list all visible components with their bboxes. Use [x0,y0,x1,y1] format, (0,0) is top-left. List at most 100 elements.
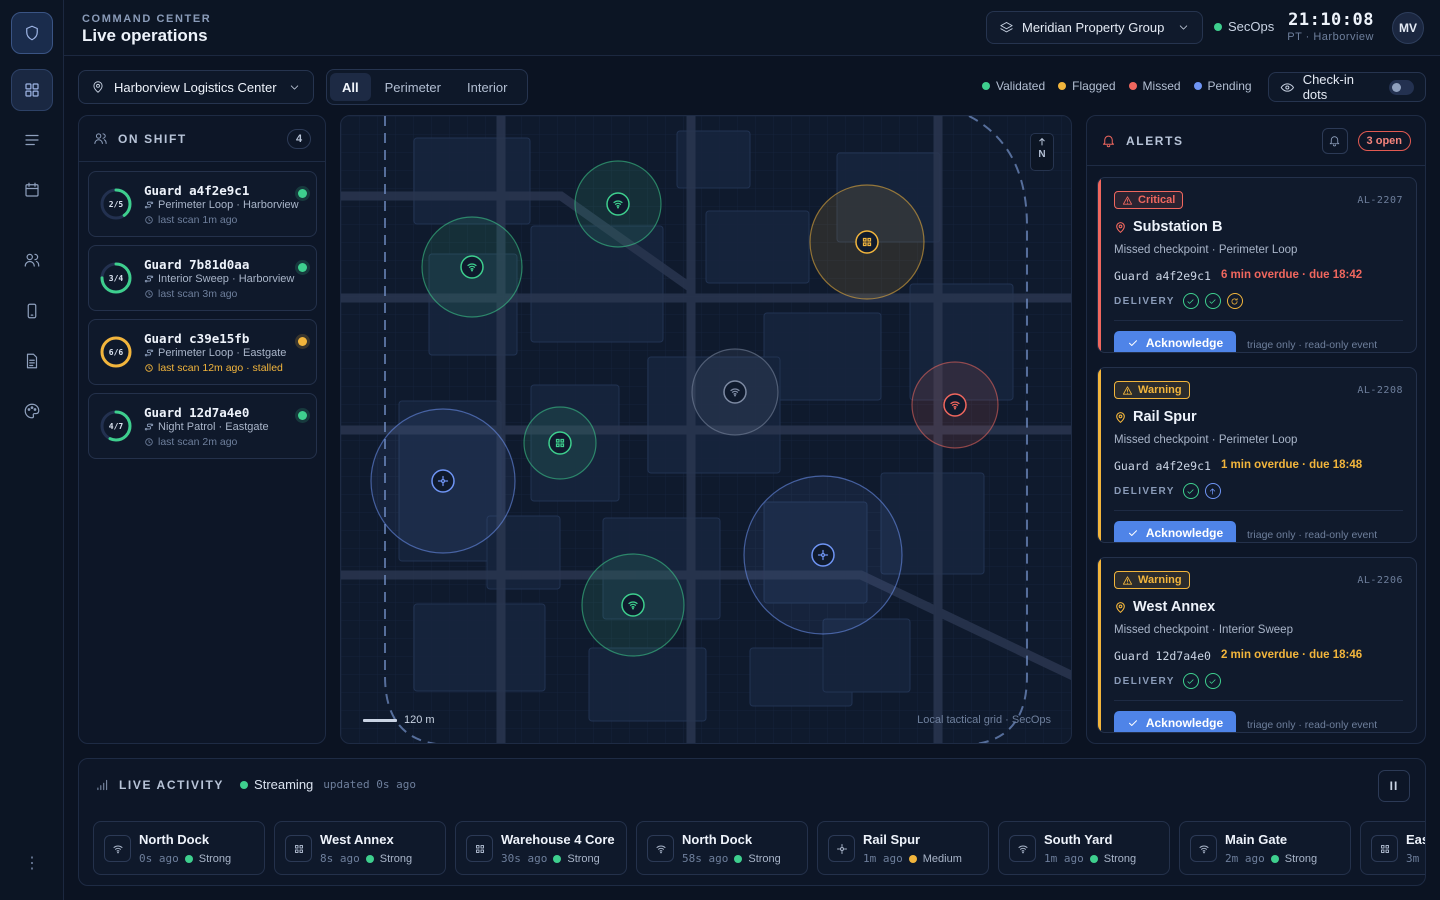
status-legend: Validated Flagged Missed Pending [982,79,1252,93]
guard-progress-ring: 2/5 [99,187,133,221]
signal-strength: Strong [567,852,600,865]
tab-interior[interactable]: Interior [455,73,519,101]
signal-strength: Medium [922,852,962,865]
activity-meta: 0s ago Strong [139,852,232,865]
check-icon [1128,720,1137,726]
guard-progress-ring: 6/6 [99,335,133,369]
legend-pending: Pending [1193,79,1252,93]
guard-name: Guard 12d7a4e0 [144,405,250,420]
site-selector[interactable]: Harborview Logistics Center [78,70,314,104]
guard-route: Interior Sweep · Harborview [144,273,294,285]
activity-location: South Yard [1044,832,1113,847]
divider [1114,700,1403,701]
palette-icon[interactable] [11,390,53,432]
alert-guard-line: Guard a4f2e9c1 1 min overdue · due 18:48 [1114,459,1362,473]
beacon-checkpoint[interactable] [743,475,903,635]
alert-id: AL-2207 [1357,195,1403,206]
delivery-status-sent [1204,293,1221,309]
qr-icon [1380,844,1389,853]
acknowledge-button[interactable]: Acknowledge [1114,711,1236,732]
clock-icon [145,364,153,372]
mobile-device-icon[interactable] [11,290,53,332]
dashboard-grid-icon[interactable] [11,69,53,111]
activity-location: Main Gate [1225,832,1288,847]
site-map[interactable]: N 120 m Local tactical grid · SecOps [340,115,1072,744]
list-icon[interactable] [11,119,53,161]
wifi-checkpoint-icon [1009,835,1036,862]
delivery-status-pending [1204,483,1221,499]
map-pin-icon [93,81,103,93]
signal-dot [1089,854,1098,863]
activity-item[interactable]: Warehouse 4 Core 30s ago Strong [455,821,627,875]
severity-badge: Critical [1114,191,1184,209]
check-icon [1128,530,1137,536]
document-icon[interactable] [11,340,53,382]
activity-feed: North Dock 0s ago Strong West Annex 8s ag… [93,821,1425,875]
user-avatar[interactable]: MV [1392,12,1424,44]
map-canvas[interactable] [341,116,1072,744]
guard-route: Perimeter Loop · Harborview [144,199,299,211]
shield-logo-icon[interactable] [11,12,53,54]
open-alerts-badge: 3 open [1357,130,1411,151]
qr-checkpoint-icon [466,835,493,862]
activity-item[interactable]: North Dock 58s ago Strong [636,821,808,875]
alert-card[interactable]: Warning AL-2206 West Annex Missed checkp… [1097,557,1417,733]
activity-item[interactable]: West Annex 8s ago Strong [274,821,446,875]
delivery-status-retry [1226,293,1243,309]
alert-card[interactable]: Warning AL-2208 Rail Spur Missed checkpo… [1097,367,1417,543]
alert-card[interactable]: Critical AL-2207 Substation B Missed che… [1097,177,1417,353]
map-pin-icon [1116,221,1125,233]
wifi-checkpoint[interactable] [911,361,999,449]
checkin-dots-toggle[interactable]: Check-in dots [1268,72,1426,102]
activity-location: Rail Spur [863,832,921,847]
calendar-icon[interactable] [11,169,53,211]
activity-item[interactable]: Main Gate 2m ago Strong [1179,821,1351,875]
activity-item[interactable]: South Yard 1m ago Strong [998,821,1170,875]
qr-checkpoint[interactable] [809,184,925,300]
legend-validated: Validated [982,79,1045,93]
mute-alerts-button[interactable] [1321,127,1348,154]
team-name: SecOps [1228,19,1275,34]
wifi-checkpoint[interactable] [574,160,662,248]
delivery-status-sent [1182,293,1199,309]
signal-strength: Strong [748,852,781,865]
guard-card[interactable]: 6/6 Guard c39e15fb Perimeter Loop · East… [88,319,317,385]
acknowledge-button[interactable]: Acknowledge [1114,331,1236,352]
guard-status-dot [298,186,307,201]
scale-label: 120 m [404,714,435,726]
route-icon [144,423,154,431]
more-menu-icon[interactable]: ⋮ [0,856,64,872]
beacon-icon [836,843,847,854]
alerts-panel: ALERTS 3 open Critical AL-2207 Substatio… [1086,115,1426,744]
activity-item[interactable]: Eas 3m [1360,821,1425,875]
guard-last-scan: last scan 2m ago [144,436,237,448]
activity-location: North Dock [139,832,210,847]
alert-detail: Missed checkpoint · Interior Sweep [1114,624,1293,636]
arrow-up-icon [1039,137,1045,146]
guard-card[interactable]: 2/5 Guard a4f2e9c1 Perimeter Loop · Harb… [88,171,317,237]
signal-dot [365,854,374,863]
guard-card[interactable]: 4/7 Guard 12d7a4e0 Night Patrol · Eastga… [88,393,317,459]
tab-perimeter[interactable]: Perimeter [373,73,453,101]
tab-all[interactable]: All [330,73,371,101]
activity-location: Eas [1406,832,1425,847]
alert-guard-line: Guard a4f2e9c1 6 min overdue · due 18:42 [1114,269,1362,283]
activity-item[interactable]: North Dock 0s ago Strong [93,821,265,875]
signal-dot [908,854,917,863]
guard-card[interactable]: 3/4 Guard 7b81d0aa Interior Sweep · Harb… [88,245,317,311]
beacon-checkpoint[interactable] [370,408,516,554]
toggle-switch[interactable] [1388,79,1414,95]
qr-checkpoint-icon [1371,835,1398,862]
wifi-checkpoint[interactable] [421,216,523,318]
activity-item[interactable]: Rail Spur 1m ago Medium [817,821,989,875]
wifi-checkpoint[interactable] [581,553,685,657]
stream-status: Streaming [240,777,313,792]
org-selector[interactable]: Meridian Property Group [986,11,1203,44]
users-icon[interactable] [11,239,53,281]
qr-checkpoint[interactable] [523,406,597,480]
wifi-checkpoint[interactable] [691,348,779,436]
signal-bars-icon [97,779,108,790]
pause-button[interactable]: II [1378,770,1410,802]
acknowledge-button[interactable]: Acknowledge [1114,521,1236,542]
clock-time: 21:10:08 [1288,10,1374,30]
